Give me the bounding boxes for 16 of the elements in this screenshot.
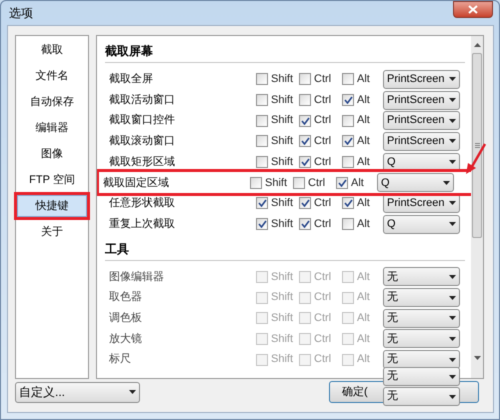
shortcut-label: 调色板 bbox=[109, 310, 143, 326]
shortcut-label: 标尺 bbox=[109, 352, 132, 368]
window-title: 选项 bbox=[9, 5, 33, 22]
shortcut-label: 截取窗口控件 bbox=[109, 112, 176, 128]
shortcut-label: 截取固定区域 bbox=[103, 176, 170, 191]
shortcut-label: 截取滚动窗口 bbox=[109, 134, 176, 150]
shortcut-label: 截取矩形区域 bbox=[109, 154, 176, 170]
shortcut-label: 截取全屏 bbox=[109, 72, 154, 88]
shortcut-label: 取色器 bbox=[109, 290, 143, 306]
shortcut-label: 截取活动窗口 bbox=[109, 92, 176, 108]
shortcut-label: 重复上次截取 bbox=[109, 216, 176, 232]
section-heading: 截取屏幕 bbox=[105, 42, 465, 63]
shortcut-label: 放大镜 bbox=[109, 332, 143, 347]
shortcut-label: 任意形状截取 bbox=[109, 196, 176, 212]
section-heading: 工具 bbox=[105, 240, 465, 260]
shortcut-label: 图像编辑器 bbox=[109, 270, 165, 285]
